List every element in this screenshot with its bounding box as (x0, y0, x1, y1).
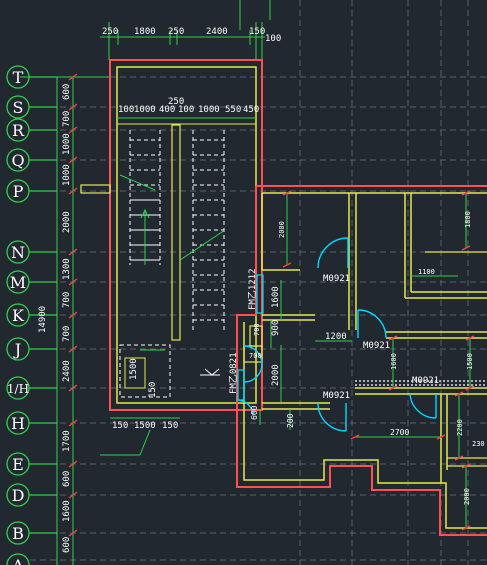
dim-text: 150 (162, 421, 178, 431)
dim-total: 14900 (38, 306, 48, 333)
axis-label: 1/H (7, 382, 29, 396)
axis-label: Q (11, 151, 24, 170)
top-dimension (100, 0, 271, 60)
stair-dim-texts: 250 100 1000 400 100 1000 550 450 (118, 97, 259, 115)
dim-text: 230 (472, 440, 485, 448)
axis-label: H (11, 414, 25, 433)
bottom-stair-dims: 150 1500 150 (100, 417, 180, 456)
dim-text: 2700 (390, 428, 409, 437)
dim-text: 2400 (206, 27, 228, 37)
dim-text: 1600 (271, 286, 281, 308)
dim-text: 1700 (62, 430, 72, 452)
axis-label: E (12, 455, 24, 474)
dim-text: 250 (168, 27, 184, 37)
dim-text: 1500 (466, 353, 474, 370)
dim-text: 100 (118, 105, 134, 115)
dim-text: 600 (250, 405, 259, 420)
axis-label: R (12, 121, 25, 140)
axis-label: A (11, 556, 24, 565)
dim-text: 600 (62, 471, 72, 487)
dim-text: 1500 (129, 358, 139, 380)
dim-text: 1100 (418, 268, 435, 276)
apartment-walls (236, 185, 487, 536)
dim-text: 2400 (62, 360, 72, 382)
dim-text: 700 (253, 323, 261, 336)
window-label: FM乙1212 (247, 268, 258, 310)
dim-text: 1000 (62, 133, 72, 155)
dim-text: 2000 (62, 211, 72, 233)
door-label: M0921 (363, 341, 390, 351)
dim-text: 100 (265, 34, 281, 44)
interior-dims (259, 193, 471, 528)
dim-text: 600 (62, 537, 72, 553)
dim-text: 2000 (278, 221, 286, 238)
dim-text: 700 (62, 292, 72, 308)
lift-box: 1500 150 (119, 344, 171, 398)
dim-text: 2000 (271, 364, 281, 386)
door-label: M0921 (323, 274, 350, 284)
dim-text: 1000 (62, 164, 72, 186)
dim-text: 150 (112, 421, 128, 431)
axis-label: K (12, 306, 25, 325)
dim-text: 100 (178, 105, 194, 115)
dim-text: 250 (102, 27, 118, 37)
dim-text: 1300 (62, 258, 72, 280)
axis-label: J (13, 340, 21, 359)
dim-text: 400 (159, 105, 175, 115)
dim-text: 900 (271, 320, 281, 336)
dim-text: 1000 (134, 105, 156, 115)
dim-text: 1200 (325, 332, 347, 342)
stairs-right (192, 130, 225, 330)
dim-text: 600 (62, 84, 72, 100)
left-dimension-texts: 600 700 1000 1000 2000 1300 700 700 2400… (38, 84, 72, 553)
dim-text: 150 (148, 382, 158, 398)
dim-text: 450 (243, 105, 259, 115)
axis-label: D (12, 486, 25, 505)
dim-text: 1600 (390, 353, 398, 370)
axis-label: B (12, 524, 24, 543)
cad-floor-plan: T S R Q P N M K J 1/H H E D B A 600 700 … (0, 0, 487, 565)
dim-text: 550 (225, 105, 241, 115)
dim-text: 1800 (134, 27, 156, 37)
plan-svg: T S R Q P N M K J 1/H H E D B A 600 700 … (6, 0, 487, 565)
axis-label: P (13, 182, 24, 201)
dim-text: 700 (62, 326, 72, 342)
dim-text: 700 (62, 111, 72, 127)
dim-text: 1000 (198, 105, 220, 115)
top-dim-texts: 250 1800 250 2400 150 100 (102, 27, 281, 44)
dim-text: 200 (286, 413, 295, 428)
axis-label: T (13, 68, 24, 87)
axis-label: N (11, 243, 25, 262)
window-label: FM乙0821 (228, 352, 239, 394)
dim-text: 700 (249, 352, 262, 360)
door-label: M0921 (412, 376, 439, 386)
dim-text: 150 (249, 27, 265, 37)
dim-text: 1600 (62, 500, 72, 522)
dim-text: 1800 (464, 211, 472, 228)
dim-text: 1500 (134, 421, 156, 431)
axis-label: M (10, 273, 26, 292)
dim-text: 2200 (456, 419, 464, 436)
door-label: M0921 (323, 391, 350, 401)
dim-text: 2000 (463, 488, 471, 505)
axis-label: S (13, 98, 24, 117)
axis-labels: T S R Q P N M K J 1/H H E D B A (7, 68, 29, 565)
